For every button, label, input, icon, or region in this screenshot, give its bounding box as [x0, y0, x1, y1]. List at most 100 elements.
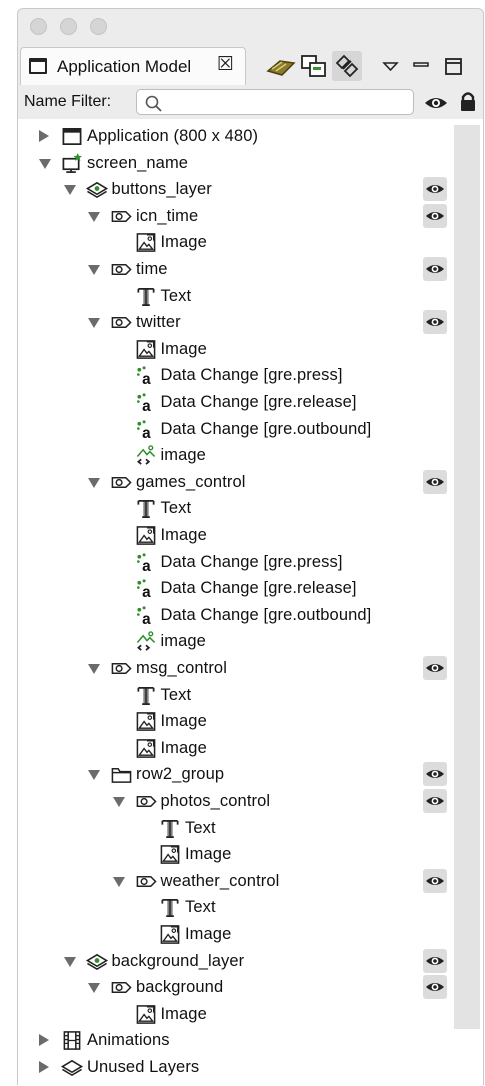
text-icon: [161, 899, 179, 918]
tree-item[interactable]: Animations: [18, 1027, 454, 1054]
visibility-toggle[interactable]: [423, 177, 447, 202]
name-filter-row: Name Filter:: [18, 89, 483, 117]
eye-icon: [426, 318, 444, 327]
book-icon[interactable]: [266, 53, 296, 79]
expanded-twisty-icon[interactable]: [88, 265, 100, 275]
expanded-twisty-icon[interactable]: [112, 876, 125, 887]
tree-item[interactable]: games_control: [18, 469, 454, 496]
external-image-icon: [136, 445, 155, 465]
tree-item[interactable]: a Data Change [gre.release]: [18, 575, 454, 602]
tree-item[interactable]: a Data Change [gre.outbound]: [18, 602, 454, 629]
tree-item[interactable]: Image: [18, 841, 454, 868]
expanded-twisty-icon[interactable]: [112, 797, 125, 807]
tree-item-label: Data Change [gre.release]: [160, 579, 357, 598]
visibility-toggle[interactable]: [423, 948, 447, 973]
expanded-twisty-icon[interactable]: [63, 185, 76, 196]
name-filter-input[interactable]: [136, 89, 414, 115]
lock-column-icon[interactable]: [458, 90, 478, 114]
tree-item-label: photos_control: [160, 792, 271, 810]
tree-item[interactable]: row2_group: [18, 761, 454, 788]
visibility-column-eye-icon[interactable]: [423, 92, 449, 114]
tree-item[interactable]: Text: [18, 815, 454, 842]
collapsed-twisty-icon[interactable]: [39, 1061, 49, 1073]
tree-item-label: Text: [160, 685, 192, 704]
visibility-toggle[interactable]: [423, 203, 447, 228]
collapsed-twisty-icon[interactable]: [39, 130, 49, 142]
visibility-toggle[interactable]: [423, 789, 447, 813]
tree-item[interactable]: a Data Change [gre.press]: [18, 362, 454, 389]
expanded-twisty-icon[interactable]: [88, 318, 100, 329]
expanded-twisty-icon[interactable]: [88, 983, 100, 994]
tree-item[interactable]: Text: [18, 682, 454, 709]
tree-item[interactable]: a Data Change [gre.outbound]: [18, 416, 454, 443]
expanded-twisty-icon[interactable]: [88, 664, 100, 674]
tree-item[interactable]: image: [18, 628, 454, 655]
view-menu-icon[interactable]: [381, 53, 401, 79]
image-icon: [136, 738, 155, 758]
image-icon: [136, 712, 155, 732]
model-tree[interactable]: Application (800 x 480) screen_namebutton…: [18, 119, 483, 1086]
expanded-twisty-icon[interactable]: [88, 477, 100, 488]
application-model-window: Application Model ☒ Name Filter: Applica…: [17, 8, 484, 1086]
tree-item[interactable]: Image: [18, 336, 454, 363]
visibility-toggle[interactable]: [423, 975, 447, 1000]
tree-item-label: Text: [160, 286, 192, 305]
close-window-button[interactable]: [30, 18, 47, 35]
tree-item[interactable]: time: [18, 256, 454, 283]
eye-icon: [426, 876, 444, 885]
control-icon: [111, 982, 132, 994]
zoom-window-button[interactable]: [90, 18, 107, 35]
tree-item-label: Image: [160, 526, 207, 544]
tree-item-label: buttons_layer: [111, 180, 212, 199]
visibility-toggle[interactable]: [423, 257, 447, 281]
tree-item[interactable]: buttons_layer: [18, 176, 454, 203]
tree-item[interactable]: Image: [18, 735, 454, 762]
tree-item[interactable]: Application (800 x 480): [18, 123, 454, 150]
visibility-toggle[interactable]: [423, 656, 447, 680]
tree-item[interactable]: Text: [18, 283, 454, 310]
tree-item-label: Image: [160, 1004, 207, 1023]
tree-item[interactable]: a Data Change [gre.release]: [18, 389, 454, 416]
visibility-toggle[interactable]: [423, 469, 447, 494]
tree-item[interactable]: twitter: [18, 309, 454, 336]
visibility-toggle[interactable]: [423, 762, 447, 787]
expanded-twisty-icon[interactable]: [39, 158, 51, 169]
tree-item[interactable]: Unused Layers: [18, 1054, 454, 1081]
tree-item[interactable]: Image: [18, 708, 454, 735]
unused-layers-icon: [61, 1059, 83, 1077]
tree-item[interactable]: Image: [18, 522, 454, 549]
tree-item[interactable]: Image: [18, 1001, 454, 1028]
minimize-icon[interactable]: [411, 53, 433, 79]
tree-item[interactable]: image: [18, 442, 454, 469]
collapsed-twisty-icon[interactable]: [39, 1034, 49, 1047]
tree-item[interactable]: icn_time: [18, 203, 454, 230]
expanded-twisty-icon[interactable]: [63, 956, 76, 967]
tab-title: Application Model: [57, 57, 192, 76]
tree-item[interactable]: msg_control: [18, 655, 454, 682]
expanded-twisty-icon[interactable]: [88, 770, 100, 781]
tree-item[interactable]: Image: [18, 229, 454, 256]
collapse-all-icon[interactable]: [299, 53, 329, 79]
tab-application-model[interactable]: Application Model ☒: [20, 47, 246, 85]
tree-item[interactable]: Text: [18, 495, 454, 522]
tree-item[interactable]: a Data Change [gre.press]: [18, 549, 454, 576]
expanded-twisty-icon[interactable]: [88, 211, 100, 222]
visibility-toggle[interactable]: [423, 310, 447, 335]
tree-item[interactable]: background_layer: [18, 948, 454, 975]
link-with-editor-button[interactable]: [332, 51, 362, 81]
minimize-window-button[interactable]: [60, 18, 77, 35]
tree-item-label: time: [136, 260, 168, 278]
tree-item-label: background_layer: [111, 951, 245, 970]
visibility-toggle[interactable]: [423, 868, 447, 893]
tree-item-label: twitter: [136, 313, 181, 332]
close-tab-icon[interactable]: ☒: [217, 54, 234, 76]
tree-item[interactable]: screen_name: [18, 150, 454, 177]
eye-icon: [426, 770, 444, 779]
tree-item[interactable]: Text: [18, 894, 454, 921]
maximize-icon[interactable]: [442, 53, 466, 79]
tree-item[interactable]: background: [18, 974, 454, 1001]
tree-item[interactable]: weather_control: [18, 868, 454, 895]
tree-item[interactable]: Image: [18, 921, 454, 948]
tree-item[interactable]: photos_control: [18, 788, 454, 815]
svg-text:a: a: [142, 558, 151, 573]
